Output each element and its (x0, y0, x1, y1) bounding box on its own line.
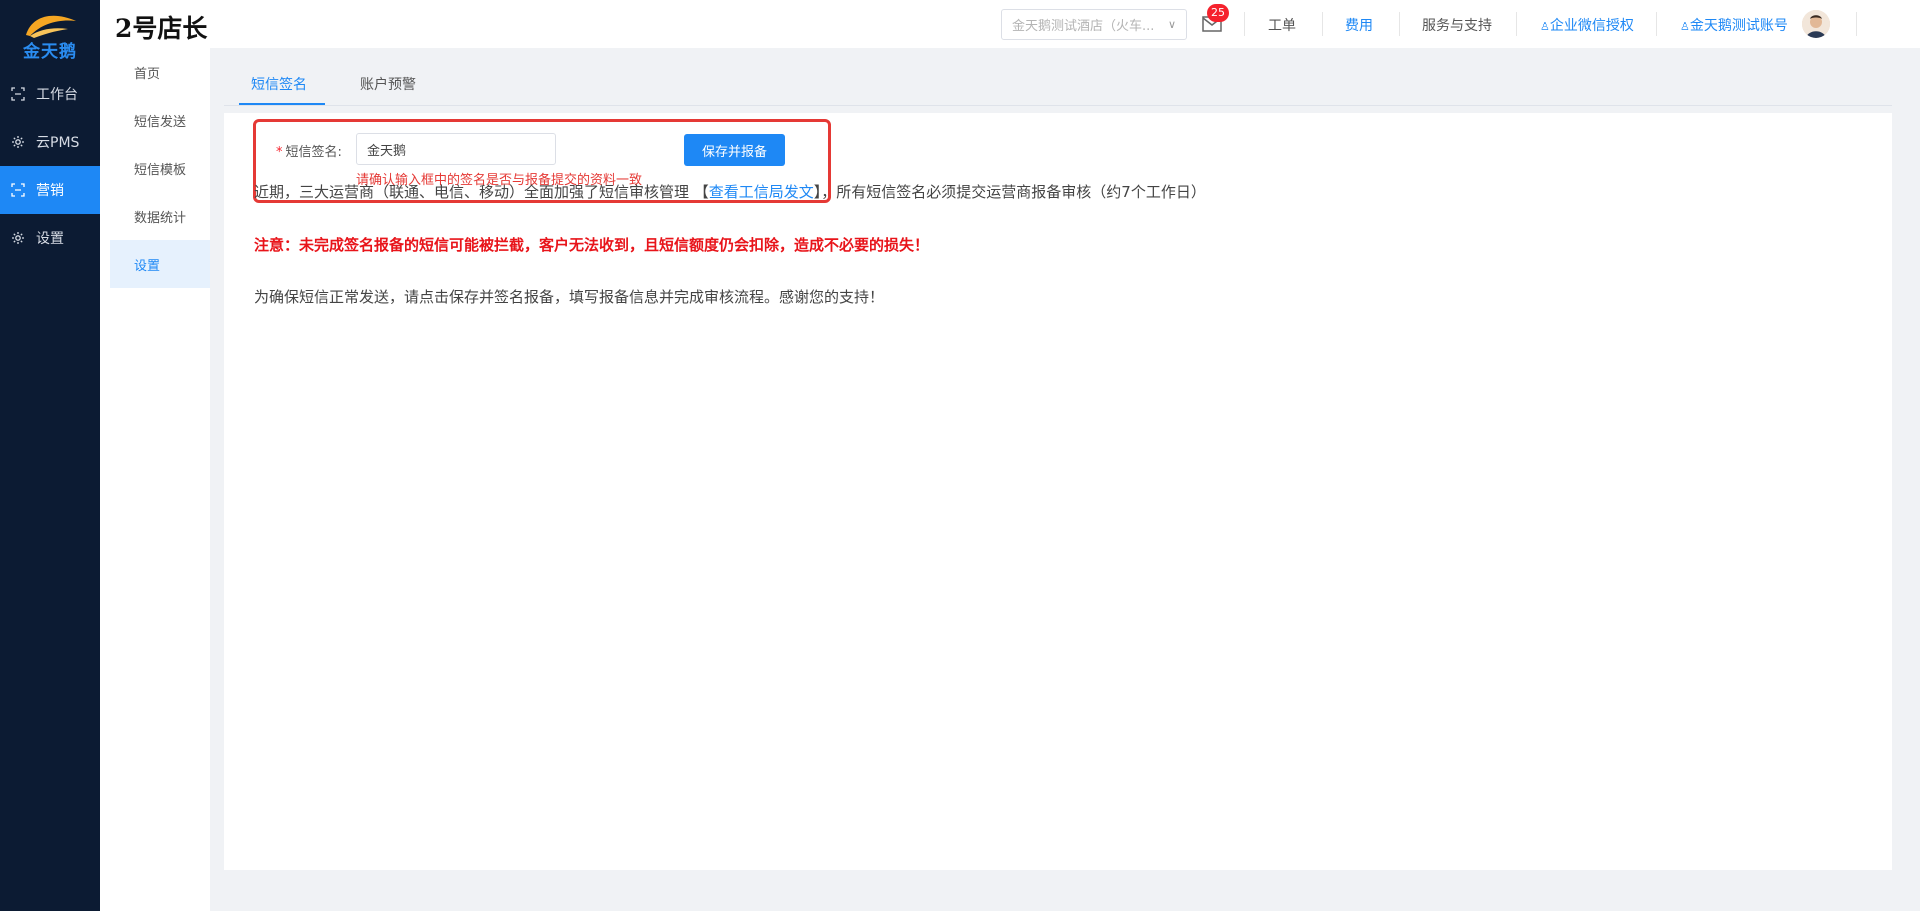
brand-logo[interactable]: 金天鹅 (0, 0, 100, 70)
required-mark: * (276, 145, 283, 160)
header-divider (1856, 12, 1857, 36)
workbench-icon (10, 86, 26, 102)
submenu-item-0[interactable]: 首页 (100, 48, 210, 96)
tab-account-alert[interactable]: 账户预警 (360, 74, 416, 105)
notification-badge: 25 (1207, 4, 1229, 22)
submenu-item-1[interactable]: 短信发送 (100, 96, 210, 144)
hotel-select-value: 金天鹅测试酒店（火车... (1012, 19, 1155, 34)
avatar-image (1802, 10, 1830, 38)
logo-text: 金天鹅 (23, 41, 77, 62)
user-icon: ♙ (1540, 20, 1550, 33)
user-icon: ♙ (1680, 20, 1690, 33)
wechat-auth-label: 企业微信授权 (1549, 18, 1634, 34)
support-link[interactable]: 服务与支持 (1422, 15, 1492, 35)
notice-line-1-before: 近期，三大运营商（联通、电信、移动）全面加强了短信审核管理 【 (254, 183, 709, 201)
account-label: 金天鹅测试账号 (1689, 18, 1788, 34)
main-sidebar: 金天鹅 工作台云PMS 营销设置 (0, 0, 100, 911)
header-divider (1656, 12, 1657, 36)
submenu-item-3[interactable]: 数据统计 (100, 192, 210, 240)
notice-line-1-after: 】，所有短信签名必须提交运营商报备审核（约7个工作日） (813, 183, 1206, 201)
notice-warning: 注意：未完成签名报备的短信可能被拦截，客户无法收到，且短信额度仍会扣除，造成不必… (254, 236, 930, 254)
swan-logo-icon (26, 15, 76, 38)
gear-icon (10, 230, 26, 246)
fees-link[interactable]: 费用 (1345, 15, 1373, 35)
ticket-link[interactable]: 工单 (1268, 15, 1296, 35)
sidebar-item-label: 营销 (36, 183, 64, 199)
signature-input[interactable] (356, 133, 556, 165)
sidebar-item-0[interactable]: 工作台 (0, 70, 100, 118)
top-header: 2号店长 金天鹅测试酒店（火车... ∨ 25 工单 费用 服务与支持 ♙企业微… (100, 0, 1920, 48)
submenu-item-4[interactable]: 设置 (110, 240, 210, 288)
account-link[interactable]: ♙金天鹅测试账号 (1680, 15, 1788, 35)
avatar[interactable] (1802, 10, 1830, 38)
signature-label-text: 短信签名: (285, 145, 342, 160)
header-divider (1322, 12, 1323, 36)
signature-label: * 短信签名: (276, 141, 342, 160)
chevron-down-icon: ∨ (1167, 18, 1176, 31)
sidebar-item-label: 工作台 (36, 87, 78, 103)
sidebar-item-label: 云PMS (36, 135, 80, 151)
header-divider (1244, 12, 1245, 36)
header-divider (1516, 12, 1517, 36)
app-title: 2号店长 (115, 14, 208, 43)
hotel-select[interactable]: 金天鹅测试酒店（火车... ∨ (1001, 9, 1187, 40)
tab-sms-signature[interactable]: 短信签名 (239, 74, 325, 105)
notice-line-1: 近期，三大运营商（联通、电信、移动）全面加强了短信审核管理 【查看工信局发文】，… (254, 181, 1206, 202)
sidebar-item-2[interactable]: 营销 (0, 166, 100, 214)
marketing-submenu: 首页 短信发送 短信模板 数据统计 设置 (100, 48, 210, 911)
settings-tabs: 短信签名 账户预警 (224, 68, 1892, 106)
gear-icon (10, 134, 26, 150)
sidebar-item-3[interactable]: 设置 (0, 214, 100, 262)
sms-signature-panel: *短信签名: 请确认输入框中的签名是否与报备提交的资料一致 保存并报备 近期，三… (224, 113, 1892, 870)
sidebar-item-label: 设置 (36, 231, 64, 247)
marketing-icon (10, 182, 26, 198)
view-notice-link[interactable]: 查看工信局发文 (709, 183, 814, 201)
wechat-auth-link[interactable]: ♙企业微信授权 (1540, 15, 1634, 35)
header-divider (1399, 12, 1400, 36)
notice-line-3: 为确保短信正常发送，请点击保存并签名报备，填写报备信息并完成审核流程。感谢您的支… (254, 288, 885, 306)
save-and-report-button[interactable]: 保存并报备 (684, 134, 785, 166)
sidebar-item-1[interactable]: 云PMS (0, 118, 100, 166)
submenu-item-2[interactable]: 短信模板 (100, 144, 210, 192)
